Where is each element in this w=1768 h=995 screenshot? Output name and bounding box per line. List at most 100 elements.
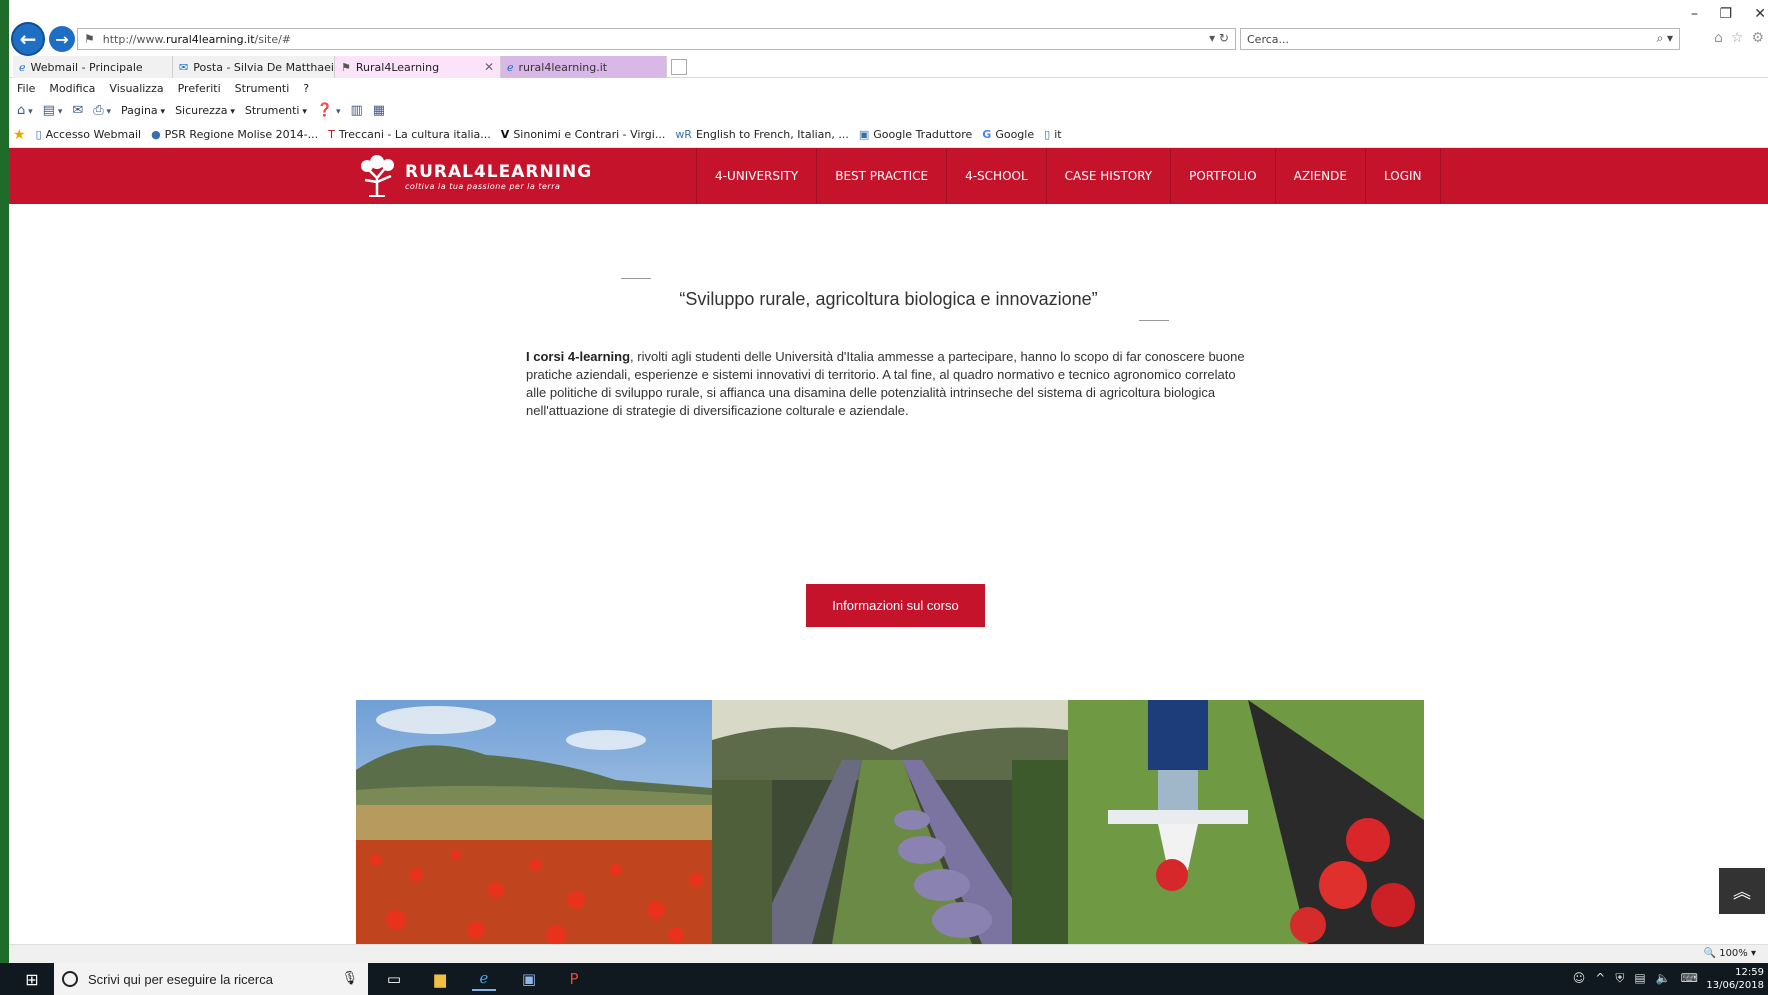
tab-webmail[interactable]: ℯ Webmail - Principale [13,56,173,78]
arrow-left-icon: ← [19,27,37,51]
favorite-link[interactable]: ▣ Google Traduttore [859,128,972,141]
rss-icon[interactable]: ▤ [43,103,63,118]
tab-label: Webmail - Principale [30,60,143,74]
powerpoint-icon[interactable]: P [562,967,586,991]
menu-help[interactable]: ? [303,82,309,95]
menu-file[interactable]: File [17,82,35,95]
nav-login[interactable]: LOGIN [1366,148,1441,204]
tab-rural4learning[interactable]: ⚑ Rural4Learning ✕ [335,56,501,78]
windows-start-button[interactable]: ⊞ [10,963,54,995]
help-icon[interactable]: ❓ [317,103,341,118]
url-prefix: http://www. [102,32,166,46]
volume-icon[interactable]: 🔈 [1656,971,1671,986]
site-logo[interactable]: RURAL4LEARNING coltiva la tua passione p… [355,154,592,198]
print-icon[interactable]: ⎙ [93,103,111,118]
gear-icon[interactable]: ⚙ [1751,30,1764,46]
shield-icon[interactable]: ⛨ [1615,971,1624,986]
keyboard-icon[interactable]: ⌨ [1681,971,1698,986]
sicurezza-menu[interactable]: Sicurezza [175,104,235,117]
nav-4-school[interactable]: 4-SCHOOL [947,148,1047,204]
taskbar-search-placeholder: Scrivi qui per eseguire la ricerca [88,971,273,987]
taskbar: ⊞ Scrivi qui per eseguire la ricerca 🎙 ▭… [0,963,1768,995]
back-button[interactable]: ← [11,22,45,56]
double-chevron-up-icon: ︽ [1733,882,1751,903]
refresh-icon[interactable]: ▾ ↻ [1209,31,1229,45]
nav-best-practice[interactable]: BEST PRACTICE [817,148,948,204]
favorites-star-icon[interactable]: ☆ [1731,30,1744,46]
menu-modifica[interactable]: Modifica [49,82,95,95]
favorite-label: Sinonimi e Contrari - Virgi... [513,128,666,141]
minimize-icon[interactable]: – [1691,6,1698,22]
favorite-label: Treccani - La cultura italia... [338,128,491,141]
tab-label: Posta - Silvia De Matthaeis - O... [193,60,335,74]
network-icon[interactable]: ▤ [1634,971,1645,986]
address-bar[interactable]: ⚑ http://www. rural4learning.it/site/# ▾ … [77,28,1236,50]
favorite-link[interactable]: ▯ Accesso Webmail [36,128,142,141]
task-view-icon[interactable]: ▭ [382,967,406,991]
page-icon: ▯ [1044,128,1051,141]
mail-icon[interactable]: ✉ [72,103,83,118]
zoom-level[interactable]: 🔍 100% ▾ [1704,948,1756,959]
restore-icon[interactable]: ❐ [1719,6,1732,22]
menu-visualizza[interactable]: Visualizza [109,82,163,95]
menu-strumenti[interactable]: Strumenti [235,82,290,95]
new-tab-button[interactable] [671,59,687,75]
tab-rural4learning-it[interactable]: ℯ rural4learning.it [501,56,667,78]
favorites-bar: ★ ▯ Accesso Webmail ● PSR Regione Molise 2… [9,122,1768,148]
close-window-icon[interactable]: ✕ [1754,6,1766,22]
favorite-link[interactable]: V Sinonimi e Contrari - Virgi... [501,128,666,141]
chevron-up-icon[interactable]: ^ [1595,971,1605,986]
favorite-link[interactable]: wR English to French, Italian, ... [675,128,849,141]
nav-portfolio[interactable]: PORTFOLIO [1171,148,1276,204]
zoom-value: 100% [1719,948,1748,959]
tree-logo-icon [361,155,394,197]
internet-explorer-icon[interactable]: ℯ [472,967,496,991]
favorite-link[interactable]: T Treccani - La cultura italia... [328,128,491,141]
close-tab-icon[interactable]: ✕ [484,60,494,74]
favorite-label: English to French, Italian, ... [695,128,849,141]
poppy-field-image [356,700,712,944]
intro-text: , rivolti agli studenti delle Università… [526,349,1245,418]
research-icon[interactable]: ▥ [350,103,362,118]
nav-4-university[interactable]: 4-UNIVERSITY [697,148,818,204]
brand-name: RURAL4LEARNING [405,161,593,182]
favorite-label: Google [995,128,1035,141]
search-icon[interactable]: ⌕ ▾ [1656,31,1673,46]
microphone-icon[interactable]: 🎙 [341,970,358,986]
clock-date: 13/06/2018 [1706,980,1764,991]
strumenti-menu[interactable]: Strumenti [245,104,307,117]
page-icon: ▯ [35,128,42,141]
desktop-edge [0,0,9,963]
nav-case-history[interactable]: CASE HISTORY [1047,148,1172,204]
favorite-link[interactable]: ▯ it [1044,128,1061,141]
page-title: “Sviluppo rurale, agricoltura biologica … [679,289,1098,309]
brand-tagline: coltiva la tua passione per la terra [405,181,561,191]
pagina-menu[interactable]: Pagina [121,104,165,117]
virgilio-icon: V [500,128,510,141]
people-icon[interactable]: ☺ [1573,971,1586,986]
address-row: – ❐ ✕ ← → ⚑ http://www. rural4learning.it… [9,0,1768,56]
file-explorer-icon[interactable]: ▆ [428,967,452,991]
tab-posta[interactable]: ✉ Posta - Silvia De Matthaeis - O... [173,56,335,78]
translate-icon[interactable]: ▦ [373,103,385,118]
forward-button[interactable]: → [49,26,75,52]
globe-icon: ● [151,128,161,141]
main-nav: 4-UNIVERSITY BEST PRACTICE 4-SCHOOL CASE… [696,148,1441,204]
ie-icon: ℯ [19,60,26,74]
screen: – ❐ ✕ ← → ⚑ http://www. rural4learning.it… [0,0,1768,995]
favorite-link[interactable]: G Google [982,128,1034,141]
nav-aziende[interactable]: AZIENDE [1276,148,1366,204]
search-input[interactable]: Cerca... ⌕ ▾ [1240,28,1680,50]
robot-strawberry-image [1068,700,1424,944]
favorites-star-icon[interactable]: ★ [13,127,26,143]
taskbar-search[interactable]: Scrivi qui per eseguire la ricerca 🎙 [54,963,368,995]
course-info-button[interactable]: Informazioni sul corso [806,584,985,627]
decor-line [621,278,651,279]
clock[interactable]: 12:59 13/06/2018 [1706,966,1764,992]
app-window-icon[interactable]: ▣ [517,967,541,991]
back-to-top-button[interactable]: ︽ [1719,868,1765,914]
home-icon[interactable]: ⌂ [17,103,33,118]
menu-preferiti[interactable]: Preferiti [178,82,221,95]
favorite-link[interactable]: ● PSR Regione Molise 2014-... [151,128,318,141]
home-icon[interactable]: ⌂ [1714,30,1723,46]
